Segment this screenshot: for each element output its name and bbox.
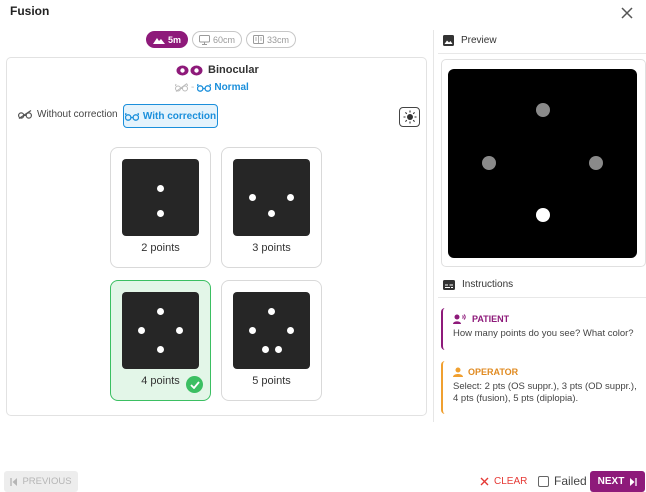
skip-previous-icon: [10, 477, 18, 486]
selected-check-icon: [186, 376, 203, 393]
dot: [287, 194, 294, 201]
glasses-icon: [124, 112, 139, 121]
option-4-points-card[interactable]: 4 points: [110, 280, 211, 401]
glasses-icon: [197, 83, 212, 92]
distance-selector: 5m 60cm 33cm: [146, 31, 297, 48]
dot: [176, 327, 183, 334]
distance-60cm-button[interactable]: 60cm: [192, 31, 243, 48]
operator-label: OPERATOR: [468, 367, 519, 377]
distance-5m-button[interactable]: 5m: [146, 31, 189, 48]
previous-label: PREVIOUS: [22, 476, 72, 487]
option-3-points-card[interactable]: 3 points: [221, 147, 322, 268]
dot: [138, 327, 145, 334]
dot: [157, 308, 164, 315]
option-2-points-card[interactable]: 2 points: [110, 147, 211, 268]
glasses-off-icon: [18, 110, 32, 119]
dot: [275, 346, 282, 353]
person-icon: [453, 367, 463, 377]
monitor-icon: [199, 34, 211, 45]
with-correction-label: With correction: [142, 110, 217, 122]
subtitles-icon: [443, 279, 455, 290]
status-separator: -: [191, 82, 195, 93]
image-icon: [443, 35, 454, 46]
operator-heading: OPERATOR: [453, 367, 638, 377]
option-label: 5 points: [252, 375, 291, 387]
clear-button[interactable]: CLEAR: [480, 476, 527, 487]
dot: [157, 210, 164, 217]
preview-header: Preview: [443, 35, 497, 46]
close-icon: [480, 477, 489, 486]
preview-title: Preview: [461, 35, 497, 46]
without-correction-label: Without correction: [37, 109, 118, 120]
next-label: NEXT: [597, 476, 625, 487]
section-divider: [438, 297, 646, 298]
dot: [249, 194, 256, 201]
failed-label: Failed: [554, 474, 587, 488]
dots-pattern: [233, 159, 310, 236]
instructions-header: Instructions: [443, 279, 513, 290]
close-icon[interactable]: [620, 6, 634, 20]
preview-dot: [482, 156, 496, 170]
preview-dot: [589, 156, 603, 170]
status-normal-label: Normal: [214, 82, 249, 93]
mountain-icon: [153, 37, 165, 44]
dots-pattern: [233, 292, 310, 369]
binocular-label: Binocular: [208, 64, 259, 76]
clear-label: CLEAR: [494, 476, 528, 487]
with-correction-button[interactable]: With correction: [123, 104, 218, 128]
sun-icon: [403, 110, 416, 124]
window-title: Fusion: [10, 4, 50, 18]
dot: [249, 327, 256, 334]
dot: [268, 308, 275, 315]
option-label: 2 points: [141, 242, 180, 254]
eyes-icon: [176, 65, 203, 75]
section-divider: [438, 53, 646, 54]
distance-label: 5m: [168, 34, 182, 45]
distance-label: 60cm: [213, 34, 236, 45]
preview-display: [448, 69, 637, 258]
dot: [287, 327, 294, 334]
patient-label: PATIENT: [472, 314, 510, 324]
operator-instruction: OPERATOR Select: 2 pts (OS suppr.), 3 pt…: [441, 361, 646, 414]
previous-button[interactable]: PREVIOUS: [4, 471, 78, 492]
patient-instruction: PATIENT How many points do you see? What…: [441, 308, 646, 350]
dot: [157, 185, 164, 192]
dots-pattern: [122, 292, 199, 369]
speaking-person-icon: [453, 314, 466, 324]
glasses-off-icon: [175, 83, 188, 92]
operator-text: Select: 2 pts (OS suppr.), 3 pts (OD sup…: [453, 381, 637, 404]
without-correction-button[interactable]: Without correction: [18, 109, 118, 120]
patient-text: How many points do you see? What color?: [453, 328, 634, 339]
failed-option: Failed: [538, 474, 587, 488]
patient-heading: PATIENT: [453, 314, 638, 324]
dots-pattern: [122, 159, 199, 236]
book-icon: [253, 35, 265, 44]
option-5-points-card[interactable]: 5 points: [221, 280, 322, 401]
dot: [268, 210, 275, 217]
option-label: 3 points: [252, 242, 291, 254]
preview-dot: [536, 103, 550, 117]
panel-divider: [433, 30, 434, 422]
failed-checkbox[interactable]: [538, 475, 549, 487]
brightness-button[interactable]: [399, 107, 420, 127]
skip-next-icon: [630, 477, 637, 486]
binocular-indicator: Binocular: [176, 64, 259, 76]
instructions-title: Instructions: [462, 279, 514, 290]
preview-dot: [536, 208, 550, 222]
dot: [262, 346, 269, 353]
next-button[interactable]: NEXT: [590, 471, 645, 492]
correction-status: - Normal: [175, 82, 249, 93]
distance-33cm-button[interactable]: 33cm: [246, 31, 297, 48]
distance-label: 33cm: [267, 34, 290, 45]
dot: [157, 346, 164, 353]
